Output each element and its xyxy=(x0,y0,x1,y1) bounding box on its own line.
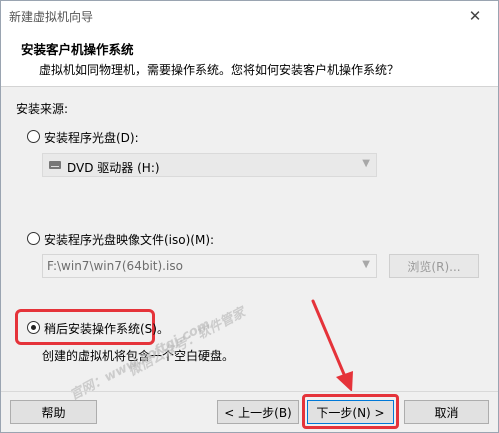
back-button[interactable]: < 上一步(B) xyxy=(217,400,299,424)
annotation-arrow xyxy=(311,299,353,392)
help-button[interactable]: 帮助 xyxy=(10,400,97,424)
new-vm-wizard-window: 新建虚拟机向导 ✕ 安装客户机操作系统 虚拟机如同物理机，需要操作系统。您将如何… xyxy=(0,0,499,433)
footer-divider xyxy=(1,391,498,392)
next-button[interactable]: 下一步(N) > xyxy=(307,400,394,424)
cancel-button[interactable]: 取消 xyxy=(404,400,489,424)
